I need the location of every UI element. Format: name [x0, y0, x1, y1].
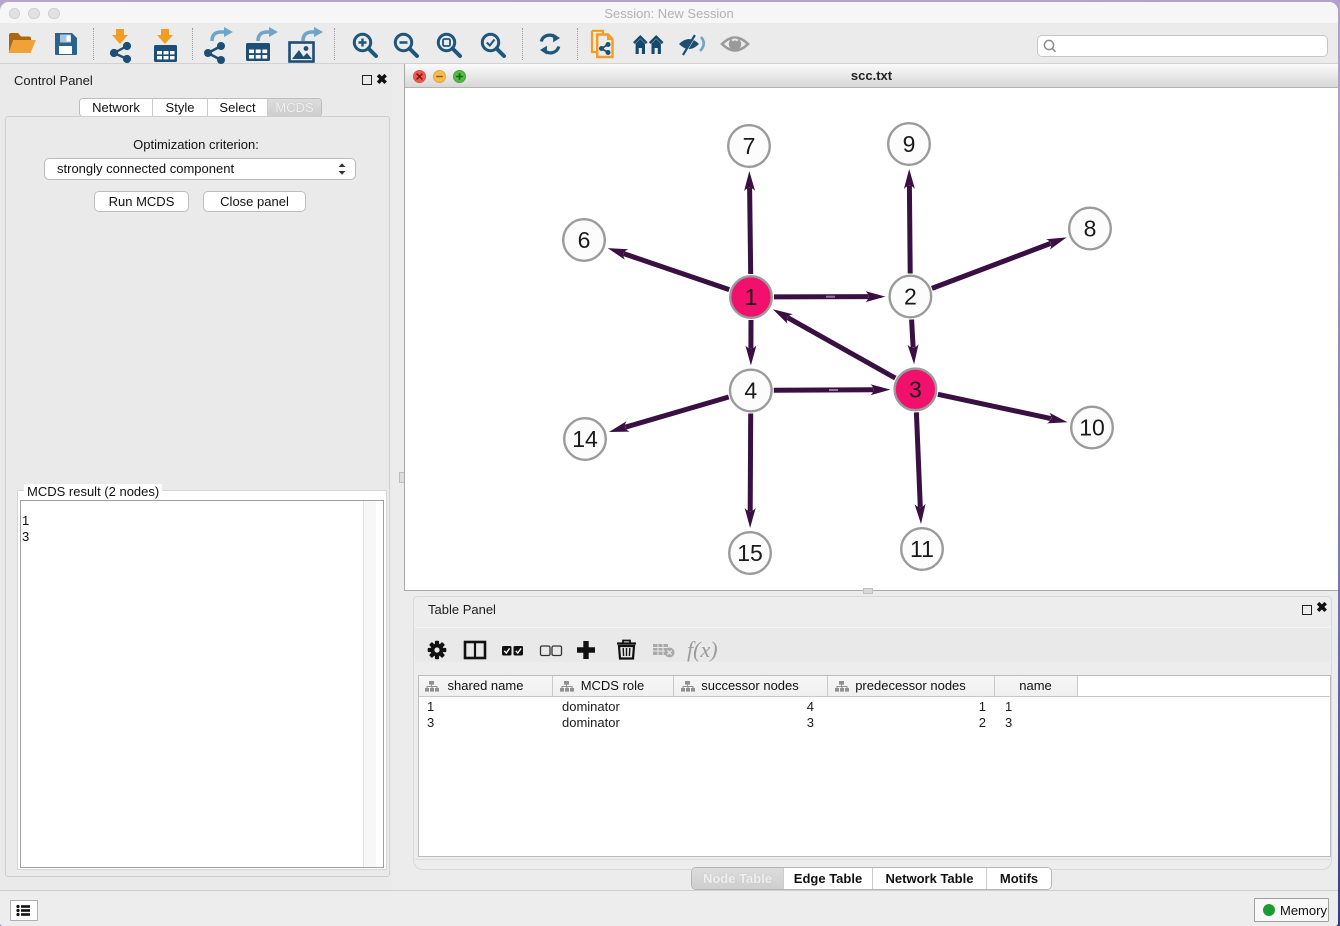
svg-text:6: 6: [578, 227, 591, 253]
svg-text:2: 2: [904, 284, 917, 310]
svg-text:15: 15: [737, 540, 763, 566]
svg-text:11: 11: [910, 536, 934, 562]
svg-text:14: 14: [572, 426, 598, 452]
svg-text:f(x): f(x): [687, 637, 718, 662]
svg-text:7: 7: [743, 133, 756, 159]
svg-text:3: 3: [909, 376, 922, 402]
svg-text:10: 10: [1079, 415, 1105, 441]
svg-text:4: 4: [744, 378, 757, 404]
svg-text:8: 8: [1084, 216, 1097, 242]
svg-text:1: 1: [745, 284, 758, 310]
svg-text:9: 9: [903, 131, 916, 157]
